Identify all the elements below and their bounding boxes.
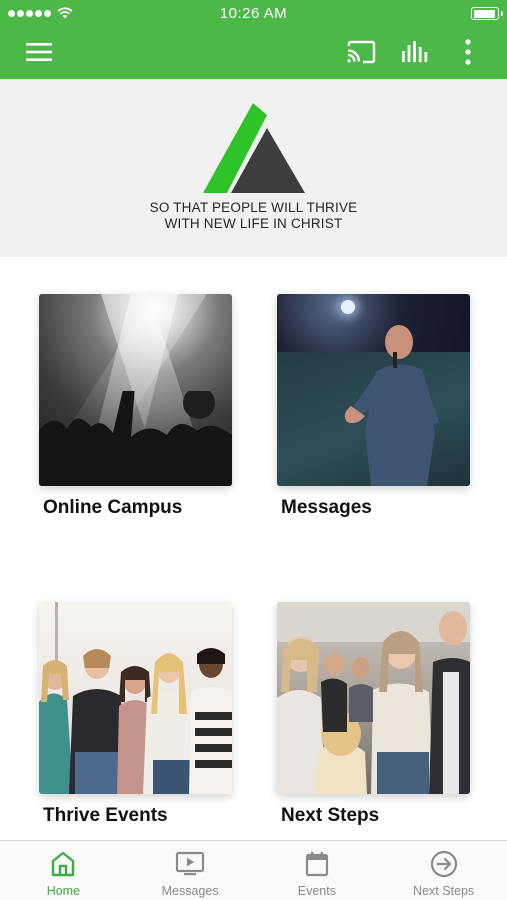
more-options-button[interactable]	[452, 34, 484, 70]
bottom-navigation: Home Messages Events Next Steps	[0, 840, 507, 900]
tile-online-campus[interactable]: Online Campus	[39, 294, 232, 518]
thrive-events-photo	[39, 602, 232, 794]
arrow-circle-right-icon	[430, 850, 457, 878]
tile-label: Messages	[281, 497, 372, 518]
tile-label: Next Steps	[281, 805, 380, 826]
group-of-women-illustration	[39, 602, 232, 794]
messages-photo	[277, 294, 470, 486]
cast-button[interactable]	[340, 34, 382, 70]
nav-next-steps-label: Next Steps	[413, 884, 475, 898]
app-header: 10:26 AM	[0, 0, 507, 79]
nav-messages[interactable]: Messages	[127, 841, 254, 900]
nav-next-steps[interactable]: Next Steps	[380, 841, 507, 900]
nav-home[interactable]: Home	[0, 841, 127, 900]
next-steps-photo	[277, 602, 470, 794]
tile-thrive-events[interactable]: Thrive Events	[39, 602, 232, 826]
home-icon	[52, 851, 75, 877]
tile-next-steps[interactable]: Next Steps	[277, 602, 470, 826]
tagline-line-2: WITH NEW LIFE IN CHRIST	[164, 216, 343, 231]
nav-home-label: Home	[46, 884, 81, 898]
tile-label: Online Campus	[43, 497, 183, 518]
equalizer-icon	[402, 41, 428, 62]
cast-icon	[347, 40, 376, 64]
church-logo	[203, 103, 305, 193]
nav-events-label: Events	[297, 884, 336, 898]
status-time: 10:26 AM	[219, 5, 288, 22]
battery-icon	[471, 7, 503, 20]
tagline-line-1: SO THAT PEOPLE WILL THRIVE	[149, 200, 358, 215]
tv-play-icon	[176, 851, 205, 876]
people-gathering-illustration	[277, 602, 470, 794]
app-screen: 10:26 AM SO THAT PEOPLE WILL THRIVE WITH…	[0, 0, 507, 900]
more-vertical-icon	[465, 39, 471, 65]
nav-events[interactable]: Events	[254, 841, 381, 900]
hamburger-menu-icon	[26, 43, 52, 61]
status-bar: 10:26 AM	[0, 0, 507, 28]
tile-messages[interactable]: Messages	[277, 294, 470, 518]
nav-messages-label: Messages	[161, 884, 219, 898]
speaker-silhouette	[344, 325, 439, 486]
online-campus-photo	[39, 294, 232, 486]
tile-label: Thrive Events	[43, 805, 168, 826]
hero-banner: SO THAT PEOPLE WILL THRIVE WITH NEW LIFE…	[0, 79, 507, 257]
audio-button[interactable]	[394, 34, 436, 70]
menu-button[interactable]	[18, 36, 60, 68]
tagline: SO THAT PEOPLE WILL THRIVE WITH NEW LIFE…	[0, 200, 507, 232]
calendar-icon	[305, 852, 328, 877]
crowd-silhouette	[39, 391, 232, 486]
